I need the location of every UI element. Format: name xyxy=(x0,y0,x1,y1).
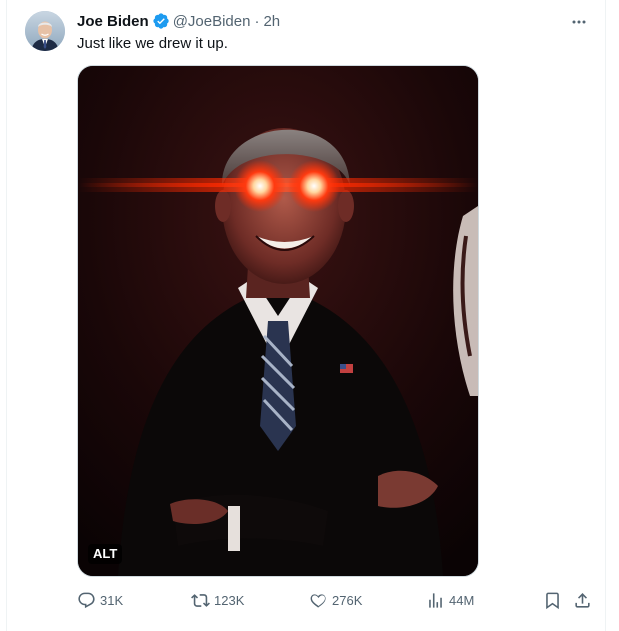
repost-count: 123K xyxy=(214,592,245,608)
verified-badge-icon[interactable] xyxy=(152,12,170,30)
timestamp[interactable]: 2h xyxy=(263,13,280,30)
tweet-media[interactable]: ALT xyxy=(77,65,479,577)
tweet-header: Joe Biden @JoeBiden · 2h xyxy=(77,11,280,31)
tweet-text: Just like we drew it up. xyxy=(77,35,228,52)
like-count: 276K xyxy=(332,592,363,608)
more-icon[interactable] xyxy=(567,10,591,34)
alt-text-badge[interactable]: ALT xyxy=(88,544,123,564)
repost-button[interactable]: 123K xyxy=(191,589,244,611)
tweet[interactable]: Joe Biden @JoeBiden · 2h Just like we dr… xyxy=(7,0,605,631)
bookmark-icon xyxy=(543,591,562,610)
views-button[interactable]: 44M xyxy=(426,589,474,611)
reply-icon xyxy=(77,591,96,610)
views-count: 44M xyxy=(449,592,475,608)
bookmark-button[interactable] xyxy=(543,589,562,611)
tweet-actions: 31K 123K 276K 44M xyxy=(77,589,597,611)
separator-dot: · xyxy=(254,12,260,30)
heart-icon xyxy=(309,591,328,610)
share-button[interactable] xyxy=(573,589,592,611)
reply-count: 31K xyxy=(100,592,124,608)
reply-button[interactable]: 31K xyxy=(77,589,123,611)
author-handle[interactable]: @JoeBiden xyxy=(173,13,251,30)
repost-icon xyxy=(191,591,210,610)
timeline-column: Joe Biden @JoeBiden · 2h Just like we dr… xyxy=(6,0,606,631)
like-button[interactable]: 276K xyxy=(309,589,362,611)
share-icon xyxy=(573,591,592,610)
author-name[interactable]: Joe Biden xyxy=(77,13,149,30)
avatar[interactable] xyxy=(25,11,65,51)
views-icon xyxy=(426,591,445,610)
